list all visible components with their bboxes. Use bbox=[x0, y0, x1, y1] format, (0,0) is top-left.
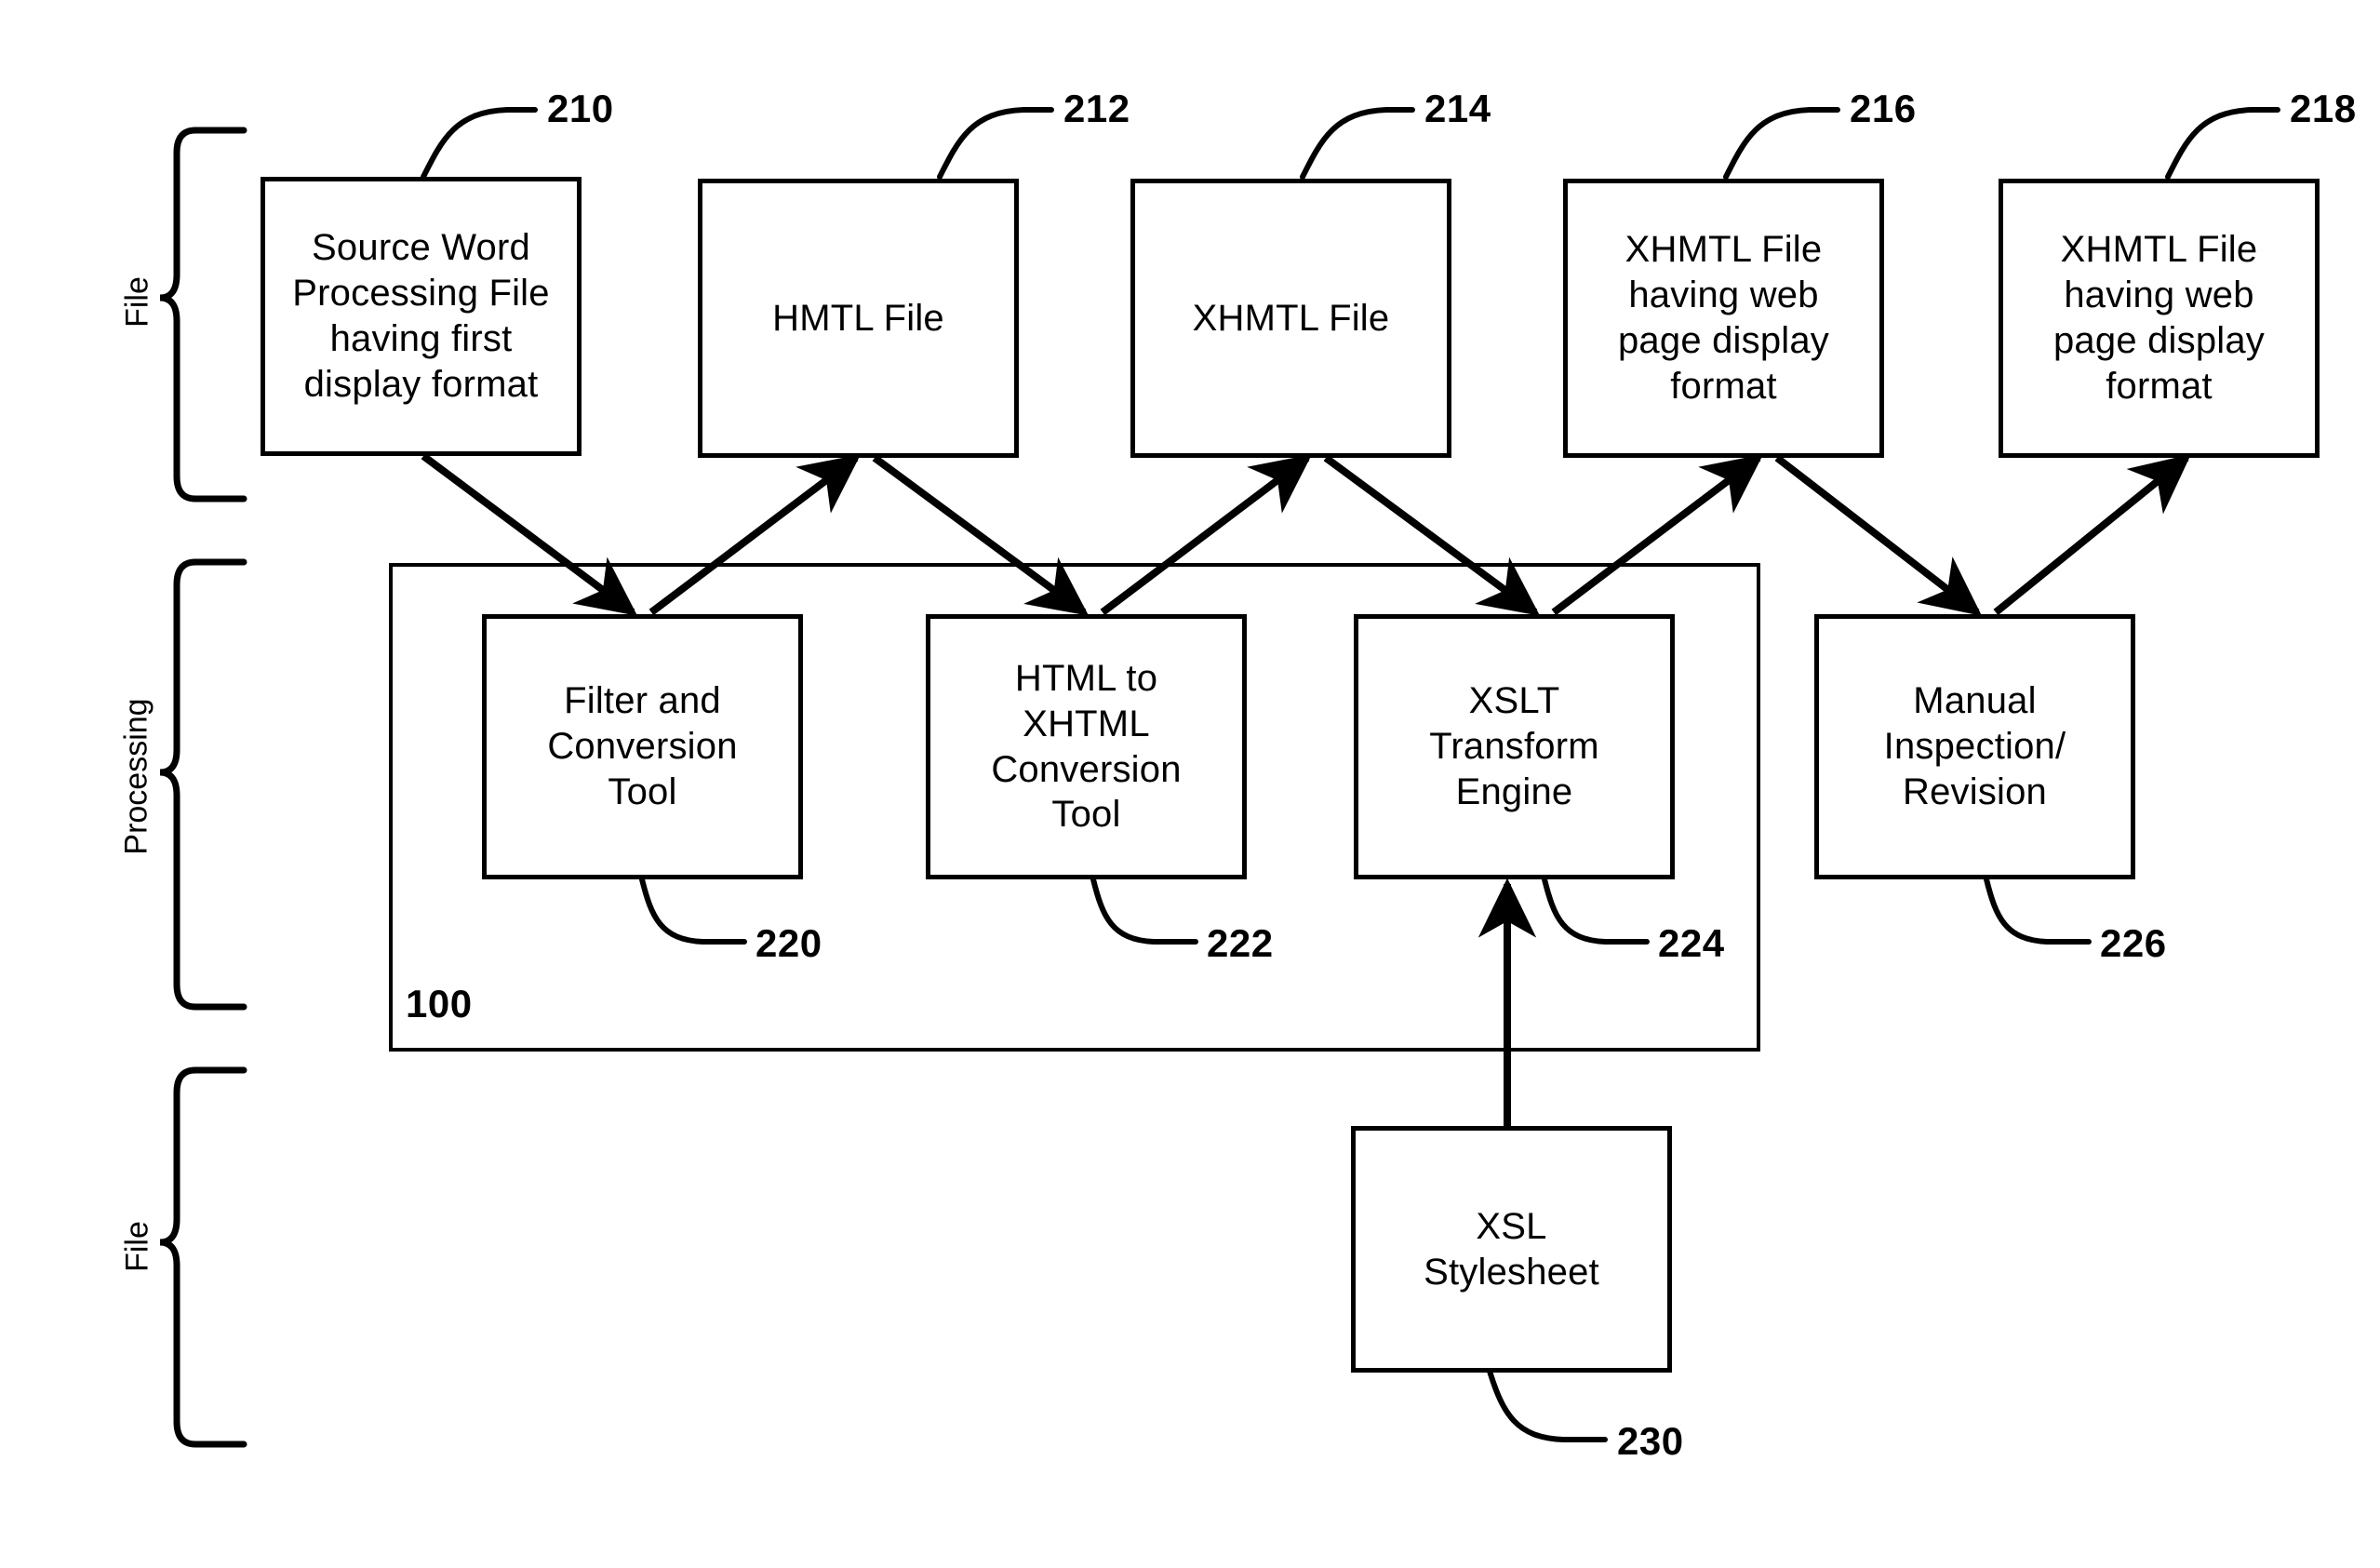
node-label: XSLT Transform Engine bbox=[1429, 680, 1599, 812]
ref-leader-218 bbox=[2165, 107, 2280, 180]
node-label: XHMTL File having web page display forma… bbox=[2052, 229, 2265, 407]
node-xsl-stylesheet[interactable]: XSL Stylesheet bbox=[1351, 1126, 1672, 1373]
ref-leader-216 bbox=[1723, 107, 1840, 180]
bracket-label-file-bottom: File bbox=[119, 1221, 155, 1272]
bracket-processing-shape bbox=[159, 558, 247, 1011]
ref-number-222: 222 bbox=[1207, 921, 1274, 965]
bracket-label-processing: Processing bbox=[118, 698, 154, 855]
ref-number-212: 212 bbox=[1063, 87, 1130, 130]
patent-figure-canvas: 100 File Processing File Source Word Pro… bbox=[0, 0, 2380, 1568]
arrow-216-to-226 bbox=[1774, 454, 1983, 616]
ref-number-226: 226 bbox=[2100, 921, 2167, 965]
ref-number-214: 214 bbox=[1424, 87, 1491, 130]
node-source-word-processing-file[interactable]: Source Word Processing File having first… bbox=[261, 177, 582, 456]
node-xslt-transform-engine[interactable]: XSLT Transform Engine bbox=[1354, 614, 1675, 879]
node-hmtl-file[interactable]: HMTL File bbox=[698, 179, 1019, 458]
node-label: Manual Inspection/ Revision bbox=[1883, 680, 2066, 812]
ref-number-216: 216 bbox=[1850, 87, 1917, 130]
ref-number-220: 220 bbox=[755, 921, 822, 965]
node-label: XHMTL File having web page display forma… bbox=[1617, 229, 1829, 407]
node-label: XSL Stylesheet bbox=[1424, 1205, 1599, 1293]
ref-leader-214 bbox=[1300, 107, 1415, 180]
bracket-file-top-shape bbox=[159, 127, 247, 503]
node-xhmtl-file[interactable]: XHMTL File bbox=[1130, 179, 1451, 458]
ref-number-224: 224 bbox=[1658, 921, 1725, 965]
arrow-226-to-218 bbox=[1993, 453, 2191, 616]
node-label: XHMTL File bbox=[1192, 297, 1390, 339]
ref-leader-230 bbox=[1486, 1365, 1608, 1442]
node-xhmtl-file-web-page-1[interactable]: XHMTL File having web page display forma… bbox=[1563, 179, 1884, 458]
ref-number-100: 100 bbox=[406, 982, 473, 1025]
node-xhmtl-file-web-page-2[interactable]: XHMTL File having web page display forma… bbox=[1999, 179, 2320, 458]
ref-leader-226 bbox=[1984, 877, 2092, 945]
node-label: Filter and Conversion Tool bbox=[547, 680, 738, 812]
node-label: HMTL File bbox=[772, 297, 944, 339]
bracket-file-bottom-shape bbox=[159, 1066, 247, 1448]
bracket-label-file-top: File bbox=[119, 276, 155, 328]
ref-number-218: 218 bbox=[2290, 87, 2357, 130]
node-filter-and-conversion-tool[interactable]: Filter and Conversion Tool bbox=[482, 614, 803, 879]
node-label: Source Word Processing File having first… bbox=[292, 227, 550, 405]
ref-number-230: 230 bbox=[1617, 1419, 1684, 1463]
node-label: HTML to XHTML Conversion Tool bbox=[991, 657, 1182, 836]
ref-leader-210 bbox=[421, 107, 538, 180]
ref-leader-212 bbox=[937, 107, 1054, 180]
node-html-to-xhtml-conversion-tool[interactable]: HTML to XHTML Conversion Tool bbox=[926, 614, 1247, 879]
node-manual-inspection-revision[interactable]: Manual Inspection/ Revision bbox=[1814, 614, 2135, 879]
ref-number-210: 210 bbox=[547, 87, 614, 130]
